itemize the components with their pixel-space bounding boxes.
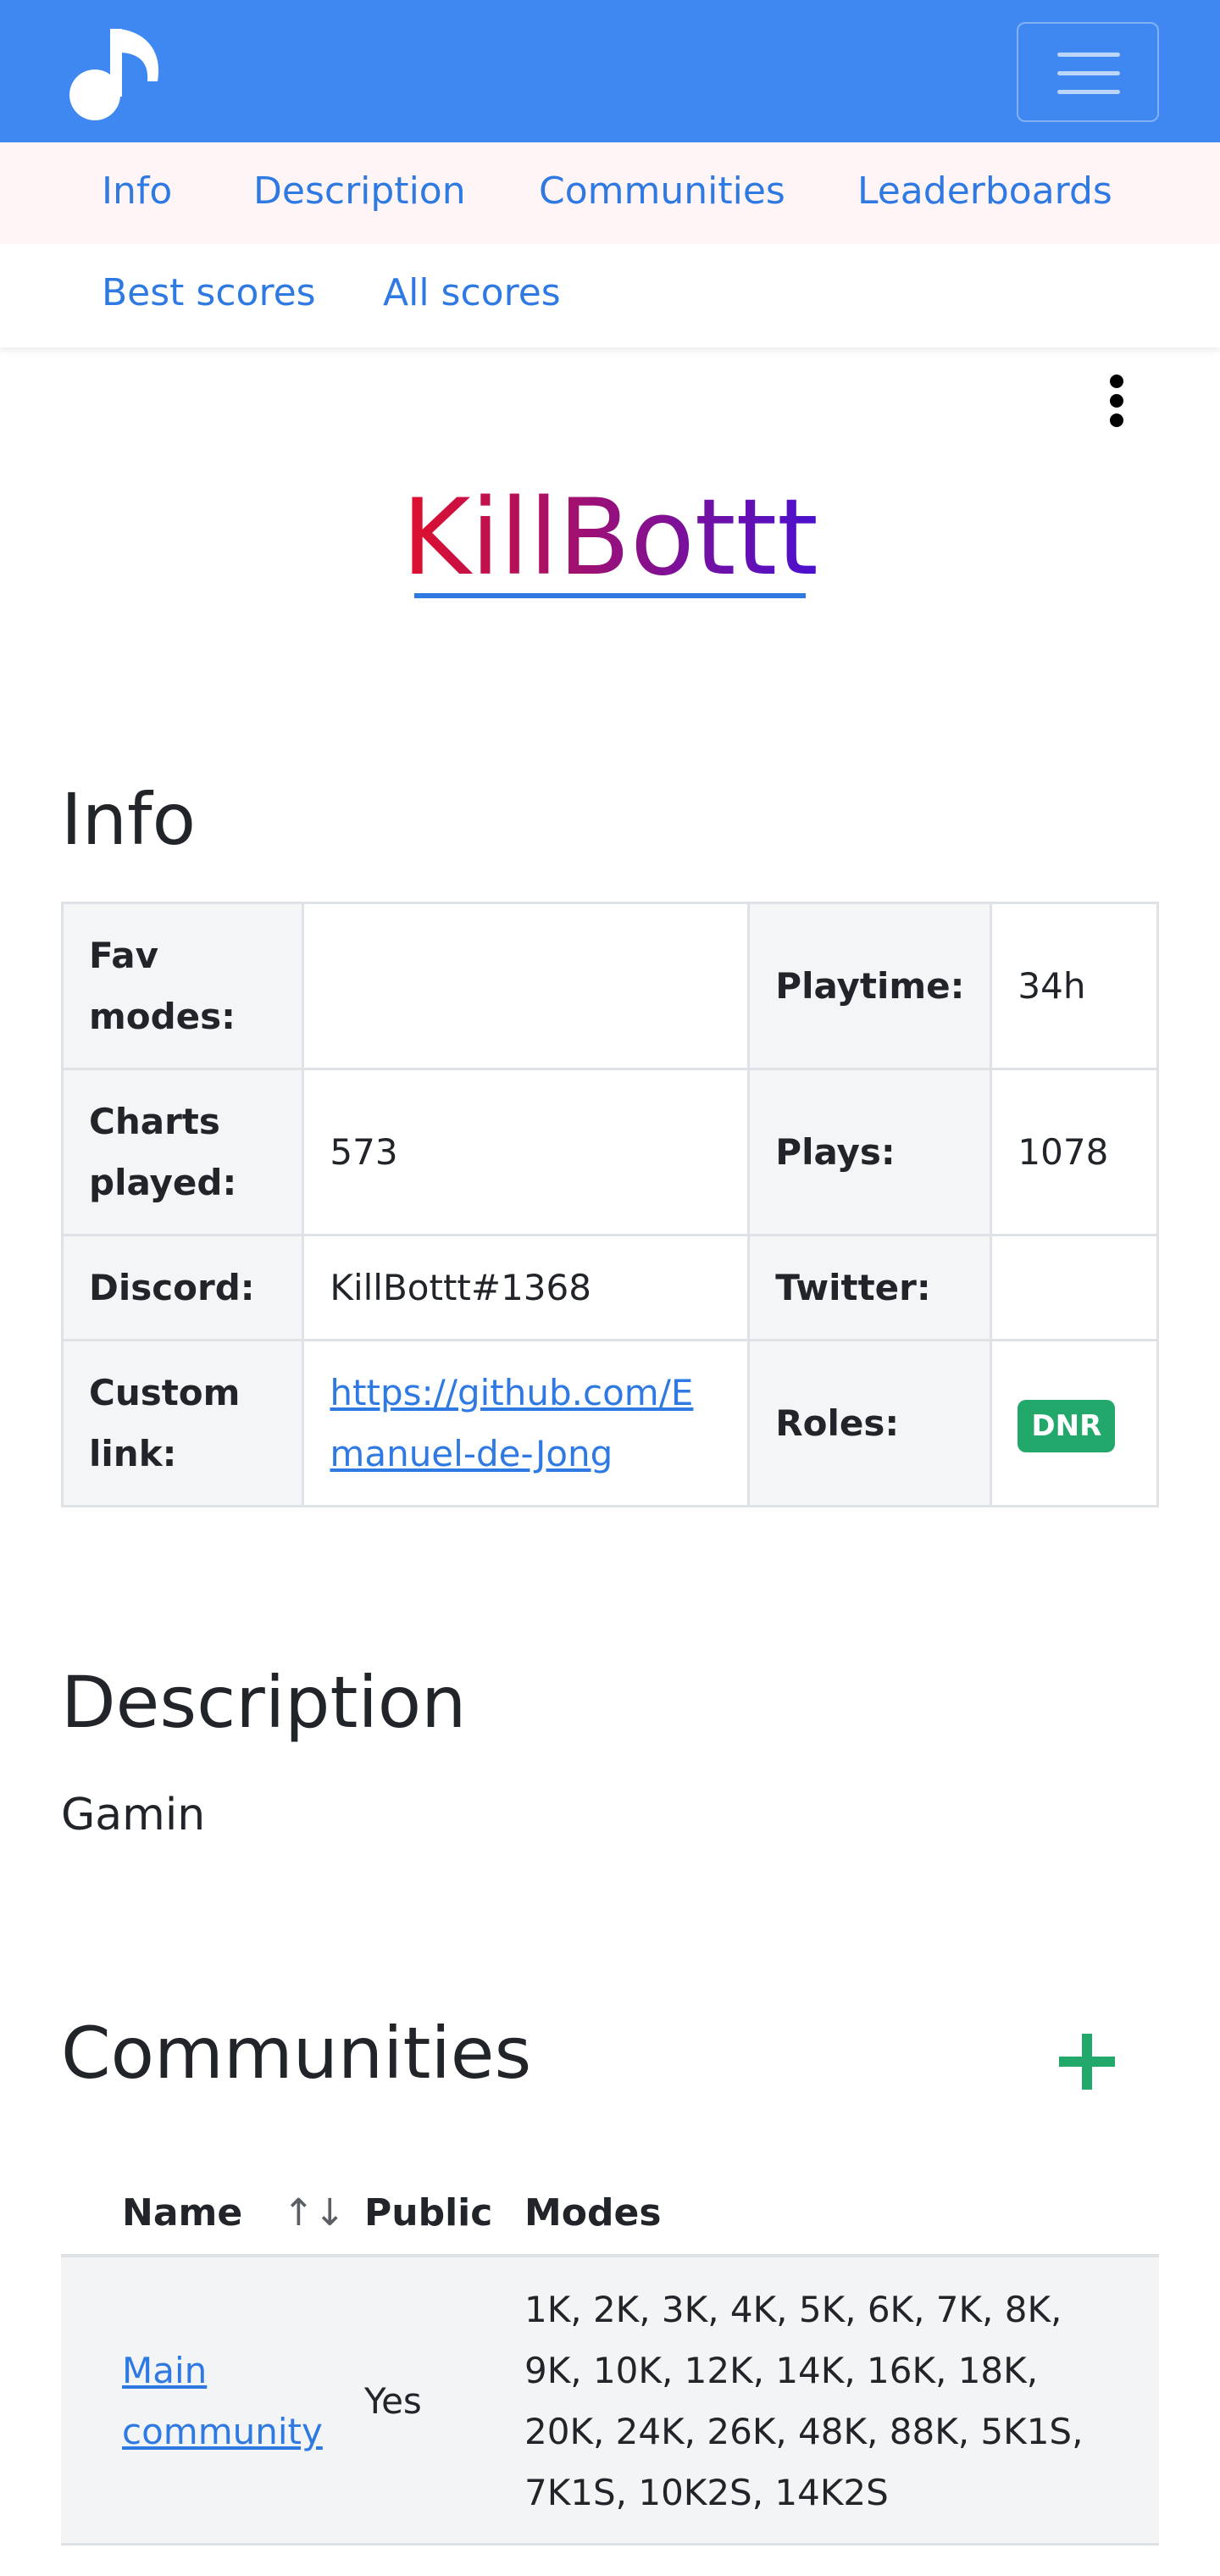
info-value: 34h — [990, 902, 1159, 1070]
communities-table-header: Name ↑↓ Public Modes — [61, 2169, 1159, 2257]
nav-link-all-scores[interactable]: All scores — [383, 271, 561, 314]
info-heading: Info — [61, 778, 196, 861]
info-key: Fav modes: — [60, 902, 305, 1070]
sort-icon[interactable]: ↑↓ — [283, 2191, 346, 2235]
nav-link-communities[interactable]: Communities — [539, 169, 785, 213]
description-heading: Description — [61, 1661, 467, 1744]
info-value: https://github.com/Emanuel-de-Jong — [302, 1339, 751, 1507]
username-title[interactable]: KillBottt — [402, 475, 818, 602]
nav-link-info[interactable]: Info — [102, 169, 172, 213]
nav-link-best-scores[interactable]: Best scores — [102, 271, 316, 314]
section-nav: Info Description Communities Leaderboard… — [0, 142, 1220, 347]
description-text: Gamin — [61, 1790, 206, 1840]
profile-title-wrap: KillBottt — [0, 475, 1220, 602]
community-modes: 1K, 2K, 3K, 4K, 5K, 6K, 7K, 8K, 9K, 10K,… — [524, 2289, 1084, 2513]
menu-toggle-button[interactable] — [1017, 22, 1159, 122]
music-note-icon[interactable] — [63, 22, 164, 124]
column-header-modes: Modes — [524, 2191, 662, 2235]
info-value — [990, 1234, 1159, 1341]
info-key: Charts played: — [60, 1068, 305, 1236]
community-link[interactable]: Main community — [122, 2350, 323, 2452]
info-value — [302, 902, 751, 1070]
nav-link-leaderboards[interactable]: Leaderboards — [857, 169, 1112, 213]
info-key: Twitter: — [747, 1234, 993, 1341]
info-row: Charts played: 573 Plays: 1078 — [60, 1068, 1159, 1236]
info-key: Custom link: — [60, 1339, 305, 1507]
info-value: DNR — [990, 1339, 1159, 1507]
info-key: Roles: — [747, 1339, 993, 1507]
hamburger-icon — [1057, 53, 1120, 57]
info-key: Playtime: — [747, 902, 993, 1070]
info-value: 1078 — [990, 1068, 1159, 1236]
community-public: Yes — [364, 2380, 422, 2422]
top-navbar — [0, 0, 1220, 142]
nav-link-description[interactable]: Description — [253, 169, 466, 213]
info-value: KillBottt#1368 — [302, 1234, 751, 1341]
info-key: Discord: — [60, 1234, 305, 1341]
custom-link[interactable]: https://github.com/Emanuel-de-Jong — [330, 1363, 702, 1485]
info-row: Fav modes: Playtime: 34h — [60, 902, 1159, 1070]
role-badge: DNR — [1018, 1399, 1116, 1452]
info-value: 573 — [302, 1068, 751, 1236]
info-row: Custom link: https://github.com/Emanuel-… — [60, 1339, 1159, 1507]
hamburger-icon — [1057, 71, 1120, 75]
username-underline — [414, 593, 806, 598]
hamburger-icon — [1057, 90, 1120, 94]
info-key: Plays: — [747, 1068, 993, 1236]
column-header-name[interactable]: Name — [122, 2191, 242, 2235]
kebab-menu-icon[interactable] — [1110, 375, 1123, 427]
communities-heading: Communities — [61, 2012, 532, 2095]
plus-icon[interactable] — [1059, 2034, 1115, 2090]
table-row: Main community Yes 1K, 2K, 3K, 4K, 5K, 6… — [61, 2257, 1159, 2545]
column-header-public: Public — [364, 2191, 493, 2235]
info-table: Fav modes: Playtime: 34h Charts played: … — [60, 902, 1159, 1507]
info-row: Discord: KillBottt#1368 Twitter: — [60, 1234, 1159, 1341]
